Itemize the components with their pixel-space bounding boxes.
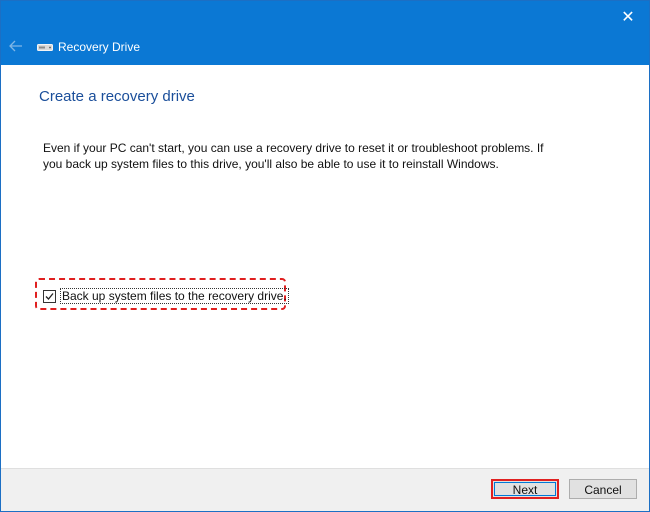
backup-system-files-checkbox[interactable]: Back up system files to the recovery dri… bbox=[43, 288, 289, 304]
close-icon: ✕ bbox=[621, 9, 635, 26]
window-title: Recovery Drive bbox=[58, 40, 141, 54]
back-arrow-icon bbox=[9, 40, 22, 52]
button-footer: Next Cancel bbox=[1, 468, 649, 511]
checkbox-box[interactable] bbox=[43, 289, 56, 303]
page-heading: Create a recovery drive bbox=[39, 88, 195, 105]
cancel-button[interactable]: Cancel bbox=[569, 479, 637, 499]
description-text: Even if your PC can't start, you can use… bbox=[43, 141, 544, 171]
checkbox-label[interactable]: Back up system files to the recovery dri… bbox=[60, 288, 289, 304]
next-button-label: Next bbox=[512, 483, 538, 497]
back-button[interactable] bbox=[5, 35, 27, 57]
recovery-drive-window: ✕ Recovery Drive Create a recovery drive… bbox=[0, 0, 650, 512]
title-bar: ✕ Recovery Drive bbox=[1, 1, 649, 65]
drive-icon bbox=[37, 44, 53, 51]
next-button[interactable]: Next bbox=[491, 479, 559, 499]
checkmark-icon bbox=[45, 292, 54, 300]
close-button[interactable]: ✕ bbox=[613, 3, 643, 31]
